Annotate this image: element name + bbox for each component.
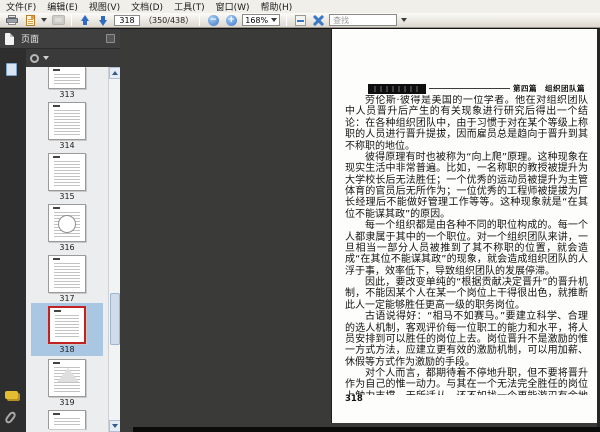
panel-options-row bbox=[26, 49, 120, 67]
menu-tools[interactable]: 工具(T) bbox=[174, 0, 205, 13]
chevron-down-icon bbox=[271, 18, 278, 22]
find-dropdown-caret[interactable] bbox=[401, 18, 408, 22]
page-number: 318 bbox=[345, 394, 363, 404]
thumbnail-list: 313 314 315 316 317 318 319 bbox=[26, 67, 108, 432]
zoom-out-button[interactable]: − bbox=[206, 14, 220, 27]
gear-icon[interactable] bbox=[30, 53, 39, 63]
menu-help[interactable]: 帮助(H) bbox=[261, 0, 293, 13]
diagram-triangle bbox=[57, 368, 79, 382]
page-thumbnail[interactable] bbox=[48, 153, 86, 191]
printer-icon bbox=[6, 15, 18, 25]
page-thumbnail[interactable] bbox=[48, 255, 86, 293]
menu-file[interactable]: 文件(F) bbox=[6, 0, 36, 13]
arrow-down-icon bbox=[98, 15, 109, 26]
next-page-button[interactable] bbox=[96, 14, 110, 27]
paragraph: 劳伦斯·彼得是美国的一位学者。他在对组织团队中人员晋升后产生的有关现象进行研究后… bbox=[345, 95, 588, 152]
options-caret-icon[interactable] bbox=[43, 56, 49, 60]
document-view[interactable]: 第四篇 组织团队篇 劳伦斯·彼得是美国的一位学者。他在对组织团队中人员晋升后产生… bbox=[120, 29, 600, 432]
document-page[interactable]: 第四篇 组织团队篇 劳伦斯·彼得是美国的一位学者。他在对组织团队中人员晋升后产生… bbox=[332, 29, 597, 423]
page-thumbnail[interactable] bbox=[48, 204, 86, 242]
export-dropdown-caret[interactable] bbox=[41, 18, 47, 22]
export-button[interactable] bbox=[23, 14, 37, 27]
zoom-level-value: 168% bbox=[245, 15, 269, 25]
toolbar-separator bbox=[71, 14, 72, 26]
scrollbar-thumb[interactable] bbox=[110, 293, 120, 346]
page-text: 劳伦斯·彼得是美国的一位学者。他在对组织团队中人员晋升后产生的有关现象进行研究后… bbox=[345, 95, 588, 395]
book-title-black-bar bbox=[368, 83, 426, 94]
zoom-in-icon: + bbox=[225, 14, 237, 26]
paragraph: 每一个组织都是由各种不同的职位构成的。每一个人都隶属于其中的一个职位。对一个组织… bbox=[345, 220, 588, 277]
toolbar: （350/438） − + 168% bbox=[0, 13, 600, 28]
page-header: 第四篇 组织团队篇 bbox=[368, 83, 585, 94]
content-area: 页面 313 314 315 316 317 318 319 第四篇 组织团队篇… bbox=[0, 29, 600, 432]
menu-document[interactable]: 文档(D) bbox=[131, 0, 163, 13]
document-bottom-edge bbox=[133, 427, 600, 432]
zoom-level-select[interactable]: 168% bbox=[242, 14, 281, 26]
thumbnail-cell-318-selected[interactable]: 318 bbox=[31, 303, 103, 356]
comments-tab-icon[interactable] bbox=[5, 391, 18, 399]
fullscreen-arrows-icon bbox=[313, 15, 324, 26]
thumbnail-label: 317 bbox=[59, 294, 75, 303]
toolbar-separator bbox=[199, 14, 201, 26]
page-thumbnail[interactable] bbox=[48, 67, 86, 89]
sidebar-rail bbox=[0, 49, 26, 432]
arrow-up-icon bbox=[80, 14, 91, 26]
page-thumbnail[interactable] bbox=[48, 359, 86, 397]
scroll-down-icon bbox=[112, 424, 118, 428]
thumbnail-label: 314 bbox=[59, 141, 75, 150]
header-rule bbox=[429, 88, 510, 89]
menu-view[interactable]: 视图(V) bbox=[89, 0, 120, 13]
thumbnail-label: 319 bbox=[59, 398, 75, 407]
previous-view-button-disabled bbox=[51, 14, 65, 27]
fit-width-icon bbox=[294, 14, 306, 26]
paragraph: 对个人而言，都期待着不停地升职，但不要将晋升作为自己的惟一动力。与其在一个无法完… bbox=[345, 368, 588, 395]
menu-edit[interactable]: 编辑(E) bbox=[47, 0, 78, 13]
page-icon bbox=[5, 32, 14, 45]
pages-tab-icon[interactable] bbox=[6, 61, 20, 76]
page-thumbnail[interactable] bbox=[48, 410, 86, 429]
toolbar-separator bbox=[286, 14, 288, 26]
thumbnail-label: 315 bbox=[59, 192, 75, 201]
menu-bar: 文件(F) 编辑(E) 视图(V) 文档(D) 工具(T) 窗口(W) 帮助(H… bbox=[0, 0, 600, 13]
thumbnail-cell-316[interactable]: 316 bbox=[31, 201, 103, 252]
page-thumbnail[interactable] bbox=[48, 102, 86, 140]
thumbnail-label: 313 bbox=[59, 90, 75, 99]
paragraph: 彼得原理有时也被称为“向上爬”原理。这种现象在现实生活中非常普遍。比如，一名称职… bbox=[345, 151, 588, 220]
navigation-sidebar: 页面 313 314 315 316 317 318 319 bbox=[0, 29, 121, 432]
previous-page-button[interactable] bbox=[78, 14, 92, 27]
paragraph: 因此，要改变单纯的“根据贡献决定晋升”的晋升机制，不能因某个人在某一个岗位上干得… bbox=[345, 277, 588, 311]
thumbnail-label: 316 bbox=[59, 243, 75, 252]
thumbnail-cell-next[interactable] bbox=[31, 407, 103, 429]
zoom-in-button[interactable]: + bbox=[224, 14, 238, 27]
fit-width-button[interactable] bbox=[293, 14, 307, 27]
pages-panel-title: 页面 bbox=[21, 35, 40, 45]
thumbnail-label: 318 bbox=[59, 345, 75, 354]
pages-panel-header: 页面 bbox=[0, 29, 120, 49]
header-section-title: 第四篇 组织团队篇 bbox=[513, 84, 585, 93]
paragraph: 古语说得好：“相马不如赛马。”要建立科学、合理的选人机制，客观评价每一位职工的能… bbox=[345, 311, 588, 368]
page-count-label: （350/438） bbox=[144, 15, 194, 25]
diagram-circle bbox=[58, 215, 76, 233]
page-thumbnail-selected[interactable] bbox=[48, 306, 86, 344]
pdf-reader-window: 文件(F) 编辑(E) 视图(V) 文档(D) 工具(T) 窗口(W) 帮助(H… bbox=[0, 0, 600, 432]
previous-view-icon bbox=[51, 15, 65, 25]
zoom-out-icon: − bbox=[207, 14, 219, 26]
pages-panel-body: 313 314 315 316 317 318 319 bbox=[26, 49, 121, 432]
panel-menu-button[interactable] bbox=[106, 34, 115, 43]
thumbnail-cell-314[interactable]: 314 bbox=[31, 99, 103, 150]
scroll-up-icon bbox=[112, 71, 118, 75]
thumbnail-cell-319[interactable]: 319 bbox=[31, 356, 103, 407]
page-number-input[interactable] bbox=[114, 14, 140, 26]
find-input[interactable] bbox=[329, 14, 398, 26]
thumbnail-cell-317[interactable]: 317 bbox=[31, 252, 103, 303]
fullscreen-button[interactable] bbox=[311, 14, 325, 27]
thumbnail-scrollbar[interactable] bbox=[108, 67, 121, 432]
attachments-tab-icon[interactable] bbox=[3, 410, 18, 425]
menu-window[interactable]: 窗口(W) bbox=[216, 0, 250, 13]
thumbnail-cell-313[interactable]: 313 bbox=[31, 67, 103, 99]
thumbnail-cell-315[interactable]: 315 bbox=[31, 150, 103, 201]
export-document-icon bbox=[25, 14, 35, 26]
print-button[interactable] bbox=[5, 14, 19, 27]
